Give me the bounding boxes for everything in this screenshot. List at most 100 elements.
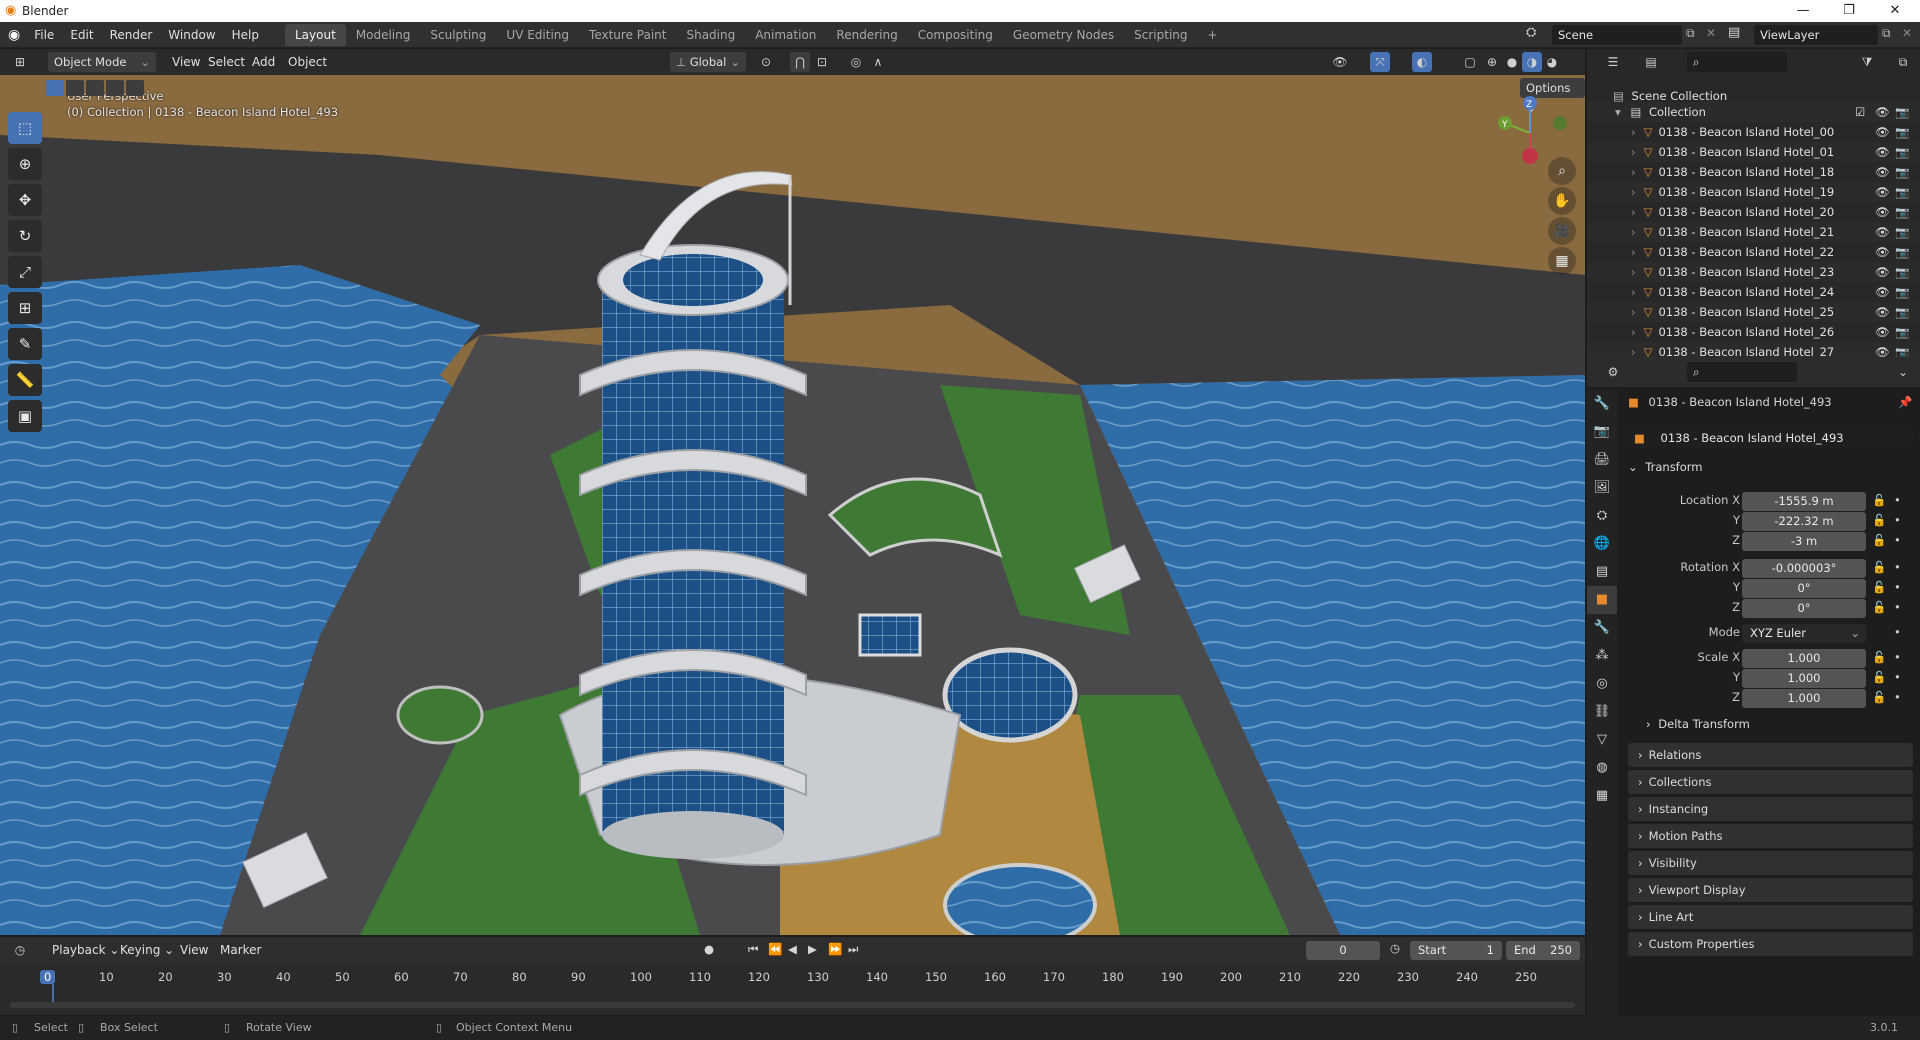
cursor-tool-icon[interactable]: ⊕ bbox=[8, 148, 42, 180]
tab-animation[interactable]: Animation bbox=[745, 24, 826, 46]
chevron-right-icon[interactable]: › bbox=[1631, 185, 1636, 199]
camera-icon[interactable]: 📷 bbox=[1895, 202, 1909, 222]
chevron-down-icon[interactable]: ▾ bbox=[1615, 105, 1621, 119]
menu-add[interactable]: Add bbox=[244, 49, 283, 75]
lock-icon[interactable]: 🔓 bbox=[1872, 560, 1886, 574]
view-layer-field[interactable]: ViewLayer bbox=[1754, 25, 1878, 45]
chevron-right-icon[interactable]: › bbox=[1631, 205, 1636, 219]
menu-help[interactable]: Help bbox=[224, 22, 267, 48]
camera-icon[interactable]: 📷 bbox=[1895, 282, 1909, 302]
record-icon[interactable]: ● bbox=[704, 942, 714, 956]
location-y-field[interactable]: -222.32 m bbox=[1742, 512, 1866, 531]
tab-layout[interactable]: Layout bbox=[284, 23, 346, 46]
delete-view-layer-icon[interactable]: ✕ bbox=[1902, 26, 1912, 40]
property-panel-header[interactable]: › Instancing bbox=[1628, 797, 1913, 821]
material-tab-icon[interactable]: ◍ bbox=[1587, 754, 1617, 782]
scene-name-field[interactable]: Scene bbox=[1552, 25, 1682, 45]
select-subtract-icon[interactable] bbox=[86, 80, 104, 96]
jump-end-icon[interactable]: ⏭ bbox=[848, 942, 858, 957]
visibility-icon[interactable]: 👁 bbox=[1330, 52, 1350, 72]
pan-hand-icon[interactable]: ✋ bbox=[1548, 187, 1576, 215]
timeline-editor-type-icon[interactable]: ◷ bbox=[10, 940, 30, 960]
scale-x-field[interactable]: 1.000 bbox=[1742, 649, 1866, 668]
world-tab-icon[interactable]: 🌐 bbox=[1587, 530, 1617, 558]
tab-modeling[interactable]: Modeling bbox=[346, 24, 421, 46]
rotation-x-field[interactable]: -0.000003° bbox=[1742, 559, 1866, 578]
stopwatch-icon[interactable]: ◷ bbox=[1390, 941, 1400, 955]
eye-icon[interactable]: 👁 bbox=[1875, 242, 1890, 262]
tab-geometry-nodes[interactable]: Geometry Nodes bbox=[1003, 24, 1124, 46]
eye-icon[interactable]: 👁 bbox=[1875, 322, 1890, 342]
xray-icon[interactable]: ▢ bbox=[1460, 52, 1480, 72]
render-tab-icon[interactable]: 📷 bbox=[1587, 418, 1617, 446]
properties-editor-type-icon[interactable]: ⚙ bbox=[1603, 362, 1623, 382]
outliner-object-row[interactable]: › ▽ 0138 - Beacon Island Hotel_19 👁 📷 bbox=[1587, 182, 1920, 202]
menu-file[interactable]: File bbox=[26, 22, 62, 48]
lock-icon[interactable]: 🔓 bbox=[1872, 690, 1886, 704]
menu-timeline-view[interactable]: View bbox=[172, 937, 216, 963]
keyframe-dot-icon[interactable]: • bbox=[1894, 690, 1901, 704]
play-reverse-icon[interactable]: ◀ bbox=[788, 942, 797, 956]
gizmo-toggle-icon[interactable]: ⤧ bbox=[1370, 52, 1390, 72]
properties-search-input[interactable]: ⌕ bbox=[1687, 362, 1797, 382]
snap-target-icon[interactable]: ⊡ bbox=[812, 52, 832, 72]
property-panel-header[interactable]: › Viewport Display bbox=[1628, 878, 1913, 902]
camera-icon[interactable]: 📷 bbox=[1895, 182, 1909, 202]
eye-icon[interactable]: 👁 bbox=[1875, 222, 1890, 242]
start-frame-field[interactable]: Start 1 bbox=[1410, 941, 1502, 960]
minimize-button[interactable]: — bbox=[1780, 0, 1826, 22]
lock-icon[interactable]: 🔓 bbox=[1872, 650, 1886, 664]
delete-scene-icon[interactable]: ✕ bbox=[1706, 26, 1716, 40]
collection-tab-icon[interactable]: ▤ bbox=[1587, 558, 1617, 586]
editor-type-icon[interactable]: ⊞ bbox=[10, 52, 30, 72]
lock-icon[interactable]: 🔓 bbox=[1872, 670, 1886, 684]
keyframe-dot-icon[interactable]: • bbox=[1894, 560, 1901, 574]
location-x-field[interactable]: -1555.9 m bbox=[1742, 492, 1866, 511]
constraints-tab-icon[interactable]: ⛓ bbox=[1587, 698, 1617, 726]
delta-transform-subpanel[interactable]: › Delta Transform bbox=[1646, 717, 1750, 731]
tab-uv-editing[interactable]: UV Editing bbox=[496, 24, 579, 46]
texture-tab-icon[interactable]: ▦ bbox=[1587, 782, 1617, 810]
particles-tab-icon[interactable]: ⁂ bbox=[1587, 642, 1617, 670]
camera-icon[interactable]: 📷 bbox=[1895, 242, 1909, 262]
play-icon[interactable]: ▶ bbox=[808, 942, 817, 956]
chevron-right-icon[interactable]: › bbox=[1631, 125, 1636, 139]
rotation-y-field[interactable]: 0° bbox=[1742, 579, 1866, 598]
eye-icon[interactable]: 👁 bbox=[1875, 182, 1890, 202]
measure-tool-icon[interactable]: 📏 bbox=[8, 364, 42, 396]
snap-icon[interactable]: ⋂ bbox=[790, 52, 810, 72]
outliner-search-input[interactable]: ⌕ bbox=[1687, 52, 1787, 72]
property-panel-header[interactable]: › Line Art bbox=[1628, 905, 1913, 929]
physics-tab-icon[interactable]: ◎ bbox=[1587, 670, 1617, 698]
ortho-grid-icon[interactable]: ▦ bbox=[1548, 247, 1576, 275]
proportional-edit-icon[interactable]: ◎ bbox=[846, 52, 866, 72]
display-mode-icon[interactable]: ▤ bbox=[1641, 52, 1661, 72]
rotation-mode-dropdown[interactable]: XYZ Euler ⌄ bbox=[1742, 624, 1866, 643]
camera-icon[interactable]: 📷 bbox=[1895, 102, 1909, 122]
menu-edit[interactable]: Edit bbox=[62, 22, 101, 48]
camera-icon[interactable]: 📷 bbox=[1895, 222, 1909, 242]
new-collection-icon[interactable]: ⧉ bbox=[1893, 52, 1913, 72]
select-intersect-icon[interactable] bbox=[126, 80, 144, 96]
zoom-icon[interactable]: ⌕ bbox=[1548, 157, 1576, 185]
transform-panel-header[interactable]: ⌄ Transform bbox=[1628, 460, 1703, 474]
transform-tool-icon[interactable]: ⊞ bbox=[8, 292, 42, 324]
lock-icon[interactable]: 🔓 bbox=[1872, 600, 1886, 614]
scene-icon[interactable]: ⛭ bbox=[1526, 25, 1536, 40]
eye-icon[interactable]: 👁 bbox=[1875, 202, 1890, 222]
rendered-shading-icon[interactable]: ◕ bbox=[1542, 52, 1562, 72]
view-layer-icon[interactable]: ▤ bbox=[1728, 25, 1740, 40]
chevron-right-icon[interactable]: › bbox=[1631, 245, 1636, 259]
scale-z-field[interactable]: 1.000 bbox=[1742, 689, 1866, 708]
outliner-object-row[interactable]: › ▽ 0138 - Beacon Island Hotel_00 👁 📷 bbox=[1587, 122, 1920, 142]
keyframe-dot-icon[interactable]: • bbox=[1894, 493, 1901, 507]
chevron-right-icon[interactable]: › bbox=[1631, 325, 1636, 339]
menu-marker[interactable]: Marker bbox=[212, 937, 269, 963]
chevron-right-icon[interactable]: › bbox=[1631, 165, 1636, 179]
filter-icon[interactable]: ⧩ bbox=[1857, 52, 1877, 72]
material-shading-icon[interactable]: ◑ bbox=[1522, 52, 1542, 72]
property-panel-header[interactable]: › Collections bbox=[1628, 770, 1913, 794]
keyframe-dot-icon[interactable]: • bbox=[1894, 600, 1901, 614]
property-panel-header[interactable]: › Relations bbox=[1628, 743, 1913, 767]
eye-icon[interactable]: 👁 bbox=[1875, 122, 1890, 142]
